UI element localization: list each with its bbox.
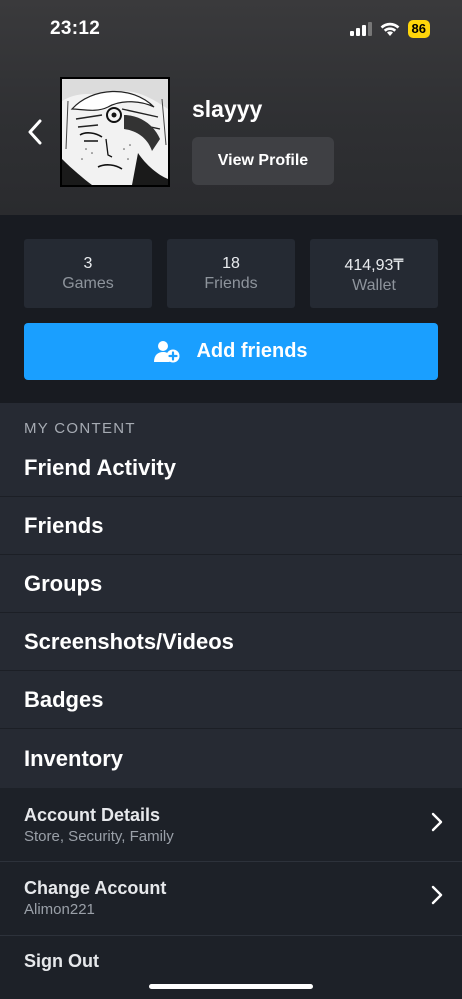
view-profile-button[interactable]: View Profile bbox=[192, 137, 334, 185]
stat-wallet[interactable]: 414,93₸ Wallet bbox=[310, 239, 438, 308]
back-chevron-icon[interactable] bbox=[24, 117, 48, 147]
stat-games[interactable]: 3 Games bbox=[24, 239, 152, 308]
avatar[interactable] bbox=[60, 77, 170, 187]
account-details-row[interactable]: Account Details Store, Security, Family bbox=[0, 788, 462, 861]
menu-item-badges[interactable]: Badges bbox=[0, 671, 462, 729]
menu-item-groups[interactable]: Groups bbox=[0, 555, 462, 613]
add-friend-icon bbox=[154, 340, 180, 362]
stat-friends[interactable]: 18 Friends bbox=[167, 239, 295, 308]
stat-value: 3 bbox=[83, 255, 93, 272]
stat-value: 414,93₸ bbox=[344, 257, 404, 274]
avatar-image bbox=[62, 79, 168, 185]
stat-value: 18 bbox=[222, 255, 240, 272]
wifi-icon bbox=[380, 22, 399, 36]
account-details-title: Account Details bbox=[24, 805, 161, 825]
change-account-subtitle: Alimon221 bbox=[24, 901, 95, 918]
sign-out-label: Sign Out bbox=[24, 951, 99, 971]
add-friends-button[interactable]: Add friends bbox=[24, 323, 438, 380]
divider bbox=[0, 728, 462, 729]
my-content-section: MY CONTENT Friend Activity Friends Group… bbox=[0, 403, 462, 788]
sign-out-row[interactable]: Sign Out bbox=[0, 936, 462, 976]
stat-label: Games bbox=[62, 275, 114, 292]
profile-header: 23:12 86 slayyy View Profile bbox=[0, 0, 462, 215]
menu-item-screenshots-videos[interactable]: Screenshots/Videos bbox=[0, 613, 462, 671]
chevron-right-icon bbox=[431, 812, 443, 832]
menu-item-friend-activity[interactable]: Friend Activity bbox=[0, 439, 462, 497]
status-time: 23:12 bbox=[50, 18, 101, 39]
profile-summary: 3 Games 18 Friends 414,93₸ Wallet Add fr… bbox=[0, 215, 462, 403]
change-account-row[interactable]: Change Account Alimon221 bbox=[0, 862, 462, 935]
menu-item-inventory[interactable]: Inventory bbox=[0, 730, 462, 788]
stat-label: Friends bbox=[204, 275, 258, 292]
section-title: MY CONTENT bbox=[24, 420, 136, 437]
username: slayyy bbox=[192, 96, 263, 122]
cellular-signal-icon bbox=[349, 22, 372, 36]
home-indicator[interactable] bbox=[149, 984, 313, 989]
status-icons: 86 bbox=[349, 20, 430, 38]
add-friends-label: Add friends bbox=[196, 340, 308, 362]
menu-item-friends[interactable]: Friends bbox=[0, 497, 462, 555]
stat-label: Wallet bbox=[352, 277, 396, 294]
battery-icon: 86 bbox=[407, 20, 430, 38]
chevron-right-icon bbox=[431, 885, 443, 905]
account-section: Account Details Store, Security, Family … bbox=[0, 788, 462, 999]
account-details-subtitle: Store, Security, Family bbox=[24, 828, 174, 845]
change-account-title: Change Account bbox=[24, 878, 167, 898]
